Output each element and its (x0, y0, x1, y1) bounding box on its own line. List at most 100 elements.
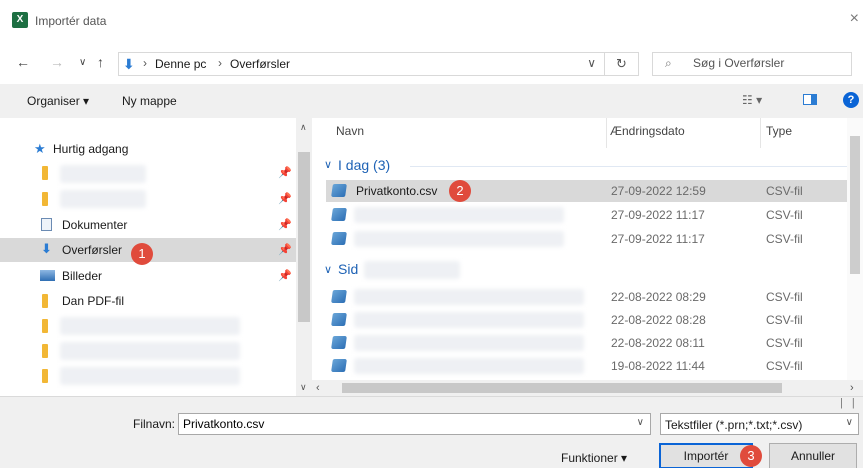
nav-documents[interactable]: Dokumenter 📌 (0, 213, 296, 237)
breadcrumb-separator-icon[interactable]: › (143, 56, 147, 70)
title-bar: X Importér data × (0, 0, 863, 44)
nav-pictures[interactable]: Billeder 📌 (0, 264, 296, 288)
star-icon: ★ (34, 141, 46, 156)
breadcrumb-downloads[interactable]: Overførsler (230, 57, 290, 71)
file-list-scrollbar[interactable] (847, 118, 863, 380)
file-name: Privatkonto.csv (356, 184, 438, 198)
preview-pane-icon[interactable] (803, 94, 817, 105)
refresh-button[interactable]: ↻ (605, 52, 639, 76)
file-type: CSV-fil (766, 184, 803, 198)
folder-icon (42, 369, 48, 383)
file-date: 19-08-2022 11:44 (611, 359, 705, 373)
blurred-file-name (354, 312, 584, 328)
group-collapse-icon[interactable]: ∨ (324, 263, 332, 276)
scroll-left-icon[interactable]: ‹ (316, 382, 320, 394)
folder-icon (42, 319, 48, 333)
cancel-button[interactable]: Annuller (769, 443, 857, 468)
blurred-group-heading (364, 261, 460, 279)
view-options-icon[interactable]: ☷ ▾ (742, 93, 762, 107)
forward-arrow-icon[interactable]: → (50, 54, 64, 70)
column-header-date[interactable]: Ændringsdato (610, 124, 685, 138)
pictures-icon (40, 270, 55, 281)
column-divider[interactable] (606, 118, 607, 148)
breadcrumb-separator-icon[interactable]: › (218, 56, 222, 70)
scroll-up-icon[interactable]: ∧ (300, 122, 307, 133)
nav-quick-access[interactable]: ★ Hurtig adgang (0, 137, 296, 161)
nav-blurred-folder[interactable] (0, 314, 296, 338)
import-button[interactable]: Importér (659, 443, 753, 468)
scroll-down-icon[interactable]: ∨ (300, 382, 307, 393)
pin-icon[interactable]: 📌 (278, 166, 292, 179)
file-type: CSV-fil (766, 232, 803, 246)
horizontal-scrollbar-thumb[interactable] (342, 383, 782, 393)
csv-file-icon (331, 313, 347, 326)
file-date: 22-08-2022 08:29 (611, 290, 706, 304)
step-badge-3: 3 (740, 445, 762, 467)
nav-scrollbar-thumb[interactable] (298, 152, 310, 322)
pin-icon[interactable]: 📌 (278, 243, 292, 256)
blurred-label (60, 190, 146, 208)
recent-chevron-icon[interactable]: ∨ (79, 57, 86, 68)
file-row[interactable]: 22-08-2022 08:11 CSV-fil (326, 332, 858, 354)
nav-pdf-folder[interactable]: Dan PDF-fil (0, 289, 296, 313)
file-date: 22-08-2022 08:11 (611, 336, 705, 350)
nav-blurred-folder[interactable] (0, 364, 296, 388)
folder-icon (42, 192, 48, 206)
file-row[interactable]: 27-09-2022 11:17 CSV-fil (326, 204, 858, 226)
filetype-select[interactable]: Tekstfiler (*.prn;*.txt;*.csv) ∨ (660, 413, 859, 435)
excel-icon: X (12, 12, 28, 28)
nav-pdf-folder-label: Dan PDF-fil (62, 294, 125, 308)
functions-button[interactable]: Funktioner ▾ (561, 451, 627, 465)
chevron-down-icon[interactable]: ∨ (637, 417, 644, 428)
document-icon (41, 218, 52, 231)
group-collapse-icon[interactable]: ∨ (324, 158, 332, 171)
blurred-file-name (354, 358, 584, 374)
file-row[interactable]: 27-09-2022 11:17 CSV-fil (326, 228, 858, 250)
nav-scrollbar[interactable]: ∧ ∨ (296, 118, 312, 396)
organise-button[interactable]: Organiser ▾ (27, 94, 89, 108)
group-heading-earlier[interactable]: Sid (338, 261, 358, 277)
pin-icon[interactable]: 📌 (278, 218, 292, 231)
csv-file-icon (331, 336, 347, 349)
folder-icon (42, 294, 48, 308)
horizontal-scrollbar[interactable]: ‹ › (312, 380, 863, 396)
file-list: Navn Ændringsdato Type ∨ I dag (3) Priva… (312, 118, 863, 396)
search-box[interactable]: ⌕ (652, 52, 852, 76)
filename-label: Filnavn: (133, 417, 176, 431)
file-row[interactable]: 19-08-2022 11:44 CSV-fil (326, 355, 858, 377)
chevron-down-icon[interactable]: ∨ (846, 417, 853, 428)
help-icon[interactable]: ? (843, 92, 859, 108)
address-bar[interactable]: ⬇ › Denne pc › Overførsler ∨ (118, 52, 605, 76)
nav-blurred-folder[interactable]: 📌 (0, 161, 296, 185)
file-row[interactable]: 22-08-2022 08:28 CSV-fil (326, 309, 858, 331)
scroll-right-icon[interactable]: › (850, 382, 854, 394)
blurred-label (60, 317, 240, 335)
nav-downloads-label: Overførsler (62, 243, 122, 257)
address-dropdown-icon[interactable]: ∨ (587, 56, 596, 70)
command-bar: Organiser ▾ Ny mappe ☷ ▾ ? (0, 84, 863, 118)
file-type: CSV-fil (766, 336, 803, 350)
pin-icon[interactable]: 📌 (278, 192, 292, 205)
close-icon[interactable]: × (850, 10, 859, 28)
back-arrow-icon[interactable]: ← (16, 54, 30, 70)
column-divider[interactable] (760, 118, 761, 148)
filename-input[interactable] (183, 417, 623, 431)
column-header-type[interactable]: Type (766, 124, 792, 138)
file-row[interactable]: 22-08-2022 08:29 CSV-fil (326, 286, 858, 308)
file-list-scrollbar-thumb[interactable] (850, 136, 860, 274)
file-row-privatkonto[interactable]: Privatkonto.csv 27-09-2022 12:59 CSV-fil (326, 180, 858, 202)
nav-pictures-label: Billeder (62, 269, 103, 283)
new-folder-button[interactable]: Ny mappe (122, 94, 177, 108)
bottom-panel: | | Filnavn: ∨ Tekstfiler (*.prn;*.txt;*… (0, 396, 863, 468)
step-badge-1: 1 (131, 243, 153, 265)
group-heading-today[interactable]: I dag (3) (338, 157, 390, 173)
resize-grip-icon[interactable]: | | (840, 397, 858, 409)
column-header-name[interactable]: Navn (336, 124, 364, 138)
nav-blurred-folder[interactable] (0, 339, 296, 363)
nav-blurred-folder[interactable]: 📌 (0, 187, 296, 211)
up-arrow-icon[interactable]: ↑ (97, 54, 104, 70)
filename-field[interactable]: ∨ (178, 413, 651, 435)
pin-icon[interactable]: 📌 (278, 269, 292, 282)
breadcrumb-this-pc[interactable]: Denne pc (155, 57, 206, 71)
search-input[interactable] (693, 56, 843, 70)
